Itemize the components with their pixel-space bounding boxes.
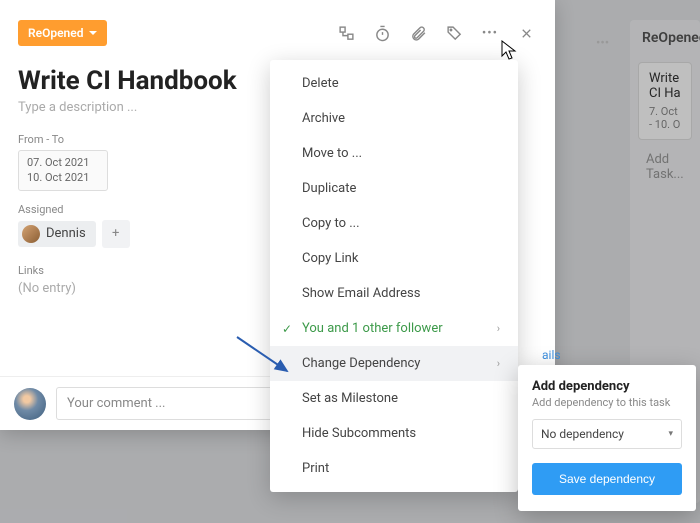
assignee-name: Dennis	[46, 226, 86, 241]
menu-move-to[interactable]: Move to ...	[270, 136, 518, 171]
menu-delete[interactable]: Delete	[270, 66, 518, 101]
menu-copy-link[interactable]: Copy Link	[270, 241, 518, 276]
subtask-icon[interactable]	[337, 24, 355, 42]
add-assignee-button[interactable]: +	[102, 220, 130, 248]
bg-col-more-icon[interactable]: •••	[596, 36, 609, 51]
chevron-right-icon: ›	[497, 357, 500, 370]
menu-followers-label: You and 1 other follower	[302, 321, 443, 336]
status-chip[interactable]: ReOpened	[18, 20, 107, 46]
menu-show-email[interactable]: Show Email Address	[270, 276, 518, 311]
menu-copy-to[interactable]: Copy to ...	[270, 206, 518, 241]
date-from: 07. Oct 2021	[27, 155, 99, 170]
menu-duplicate[interactable]: Duplicate	[270, 171, 518, 206]
current-user-avatar	[14, 388, 46, 420]
more-menu: Delete Archive Move to ... Duplicate Cop…	[270, 60, 518, 492]
assignee-avatar	[22, 225, 40, 243]
menu-change-dependency[interactable]: Change Dependency ›	[270, 346, 518, 381]
details-link-fragment[interactable]: ails	[542, 348, 561, 362]
dependency-selected-value: No dependency	[541, 427, 624, 441]
tag-icon[interactable]	[445, 24, 463, 42]
dependency-subtitle: Add dependency to this task	[532, 396, 682, 409]
attachment-icon[interactable]	[409, 24, 427, 42]
more-icon[interactable]: •••	[481, 24, 499, 42]
menu-set-milestone[interactable]: Set as Milestone	[270, 381, 518, 416]
save-dependency-button[interactable]: Save dependency	[532, 463, 682, 495]
caret-down-icon: ▾	[668, 429, 673, 439]
dependency-panel: Add dependency Add dependency to this ta…	[518, 365, 696, 511]
dependency-title: Add dependency	[532, 379, 682, 394]
timer-icon[interactable]	[373, 24, 391, 42]
date-to: 10. Oct 2021	[27, 170, 99, 185]
date-range-input[interactable]: 07. Oct 2021 10. Oct 2021	[18, 150, 108, 191]
chevron-right-icon: ›	[497, 322, 500, 335]
menu-print[interactable]: Print	[270, 451, 518, 486]
menu-change-dependency-label: Change Dependency	[302, 356, 420, 371]
menu-archive[interactable]: Archive	[270, 101, 518, 136]
dependency-select[interactable]: No dependency ▾	[532, 419, 682, 449]
status-label: ReOpened	[28, 26, 83, 40]
menu-followers[interactable]: You and 1 other follower ›	[270, 311, 518, 346]
close-icon[interactable]	[517, 24, 535, 42]
menu-hide-subcomments[interactable]: Hide Subcomments	[270, 416, 518, 451]
assignee-chip[interactable]: Dennis	[18, 221, 96, 247]
